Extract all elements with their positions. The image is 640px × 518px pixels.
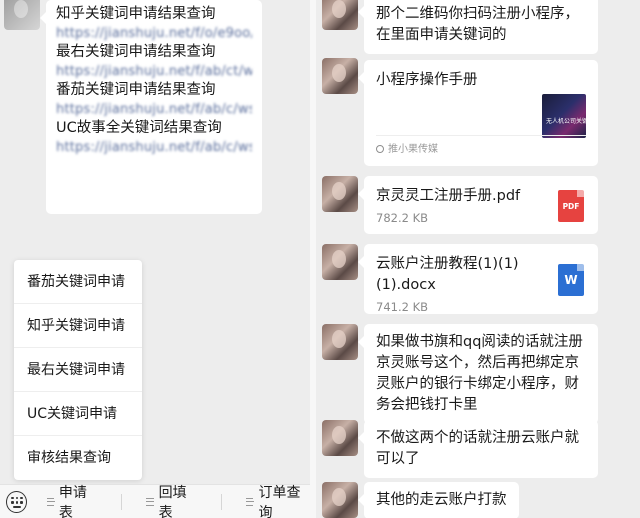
message-text: 不做这两个的话就注册云账户就可以了 bbox=[376, 430, 579, 467]
file-name: 云账户注册教程(1)(1)(1).docx bbox=[376, 256, 519, 293]
message-text: 其他的走云账户打款 bbox=[376, 492, 507, 508]
link-url[interactable]: https://jianshuju.net/f/ab/ct/ws/Uhk/1te bbox=[56, 63, 252, 80]
message-bubble: 其他的走云账户打款 bbox=[358, 482, 519, 518]
keyboard-icon[interactable] bbox=[6, 490, 27, 513]
file-size: 741.2 KB bbox=[376, 300, 429, 314]
menu-popup: 番茄关键词申请 知乎关键词申请 最右关键词申请 UC关键词申请 审核结果查询 bbox=[14, 260, 142, 480]
file-name: 京灵灵工注册手册.pdf bbox=[376, 188, 521, 204]
menu-item-result-query[interactable]: 审核结果查询 bbox=[14, 436, 142, 480]
menu-button-label: 订单查询 bbox=[258, 484, 301, 518]
mini-program-icon bbox=[376, 145, 384, 153]
message-bubble: 如果做书旗和qq阅读的话就注册京灵账号这个，然后再把绑定京灵账户的银行卡绑定小程… bbox=[358, 324, 598, 424]
screenshot: 知乎关键词申请结果查询 https://jianshuju.net/f/o/e9… bbox=[0, 0, 640, 518]
link-title: UC故事全关键词结果查询 bbox=[56, 120, 222, 136]
contact-avatar[interactable] bbox=[322, 482, 358, 518]
contact-avatar[interactable] bbox=[322, 244, 358, 280]
contact-avatar[interactable] bbox=[4, 0, 40, 30]
contact-avatar[interactable] bbox=[322, 0, 358, 30]
mini-program-title: 小程序操作手册 bbox=[376, 72, 478, 88]
mini-program-card[interactable]: 小程序操作手册 无人机公司关键词申请 推小果传媒 bbox=[358, 60, 598, 166]
contact-avatar[interactable] bbox=[322, 58, 358, 94]
message-bubble: 不做这两个的话就注册云账户就可以了 bbox=[358, 420, 598, 478]
mini-program-footer: 推小果传媒 bbox=[376, 135, 586, 160]
link-url[interactable]: https://jianshuju.net/f/ab/c/ws/s/1ek bbox=[56, 139, 252, 156]
menu-lines-icon bbox=[46, 497, 55, 506]
contact-avatar[interactable] bbox=[322, 420, 358, 456]
mini-program-thumbnail: 无人机公司关键词申请 bbox=[542, 94, 586, 138]
menu-lines-icon bbox=[146, 497, 155, 506]
menu-divider bbox=[221, 493, 223, 510]
menu-button-order-query[interactable]: 订单查询 bbox=[246, 482, 310, 518]
file-card-pdf[interactable]: 京灵灵工注册手册.pdf 782.2 KB PDF bbox=[358, 176, 598, 234]
left-chat-pane: 知乎关键词申请结果查询 https://jianshuju.net/f/o/e9… bbox=[0, 0, 310, 518]
link-title: 知乎关键词申请结果查询 bbox=[56, 6, 216, 22]
menu-item-zhihu[interactable]: 知乎关键词申请 bbox=[14, 304, 142, 348]
link-title: 最右关键词申请结果查询 bbox=[56, 44, 216, 60]
link-url[interactable]: https://jianshuju.net/f/ab/c/ws/s/T7rJpe bbox=[56, 101, 252, 118]
link-message-bubble: 知乎关键词申请结果查询 https://jianshuju.net/f/o/e9… bbox=[40, 0, 262, 214]
link-url[interactable]: https://jianshuju.net/f/o/e9oo/ws/s/3Okt… bbox=[56, 25, 252, 42]
menu-item-fanqie[interactable]: 番茄关键词申请 bbox=[14, 260, 142, 304]
menu-button-backfill[interactable]: 回填表 bbox=[146, 482, 197, 518]
message-bubble: 那个二维码你扫码注册小程序，在里面申请关键词的 bbox=[358, 0, 598, 54]
menu-divider bbox=[121, 493, 123, 510]
message-text: 如果做书旗和qq阅读的话就注册京灵账号这个，然后再把绑定京灵账户的银行卡绑定小程… bbox=[376, 334, 583, 413]
menu-item-uc[interactable]: UC关键词申请 bbox=[14, 392, 142, 436]
menu-button-label: 回填表 bbox=[158, 484, 187, 518]
message-text: 那个二维码你扫码注册小程序，在里面申请关键词的 bbox=[376, 6, 579, 43]
thumbnail-text: 无人机公司关键词申请 bbox=[546, 118, 586, 125]
bottom-menu-bar: 申请表 回填表 订单查询 bbox=[0, 484, 310, 518]
menu-item-zuiyou[interactable]: 最右关键词申请 bbox=[14, 348, 142, 392]
word-icon: W bbox=[558, 264, 584, 296]
contact-avatar[interactable] bbox=[322, 324, 358, 360]
file-size: 782.2 KB bbox=[376, 211, 429, 225]
contact-avatar[interactable] bbox=[322, 176, 358, 212]
mini-program-source: 推小果传媒 bbox=[388, 144, 438, 155]
menu-button-label: 申请表 bbox=[58, 484, 87, 518]
menu-button-apply[interactable]: 申请表 bbox=[46, 482, 98, 518]
file-card-docx[interactable]: 云账户注册教程(1)(1)(1).docx 741.2 KB W bbox=[358, 244, 598, 314]
link-title: 番茄关键词申请结果查询 bbox=[56, 82, 216, 98]
pdf-icon: PDF bbox=[558, 190, 584, 222]
menu-lines-icon bbox=[246, 497, 255, 506]
